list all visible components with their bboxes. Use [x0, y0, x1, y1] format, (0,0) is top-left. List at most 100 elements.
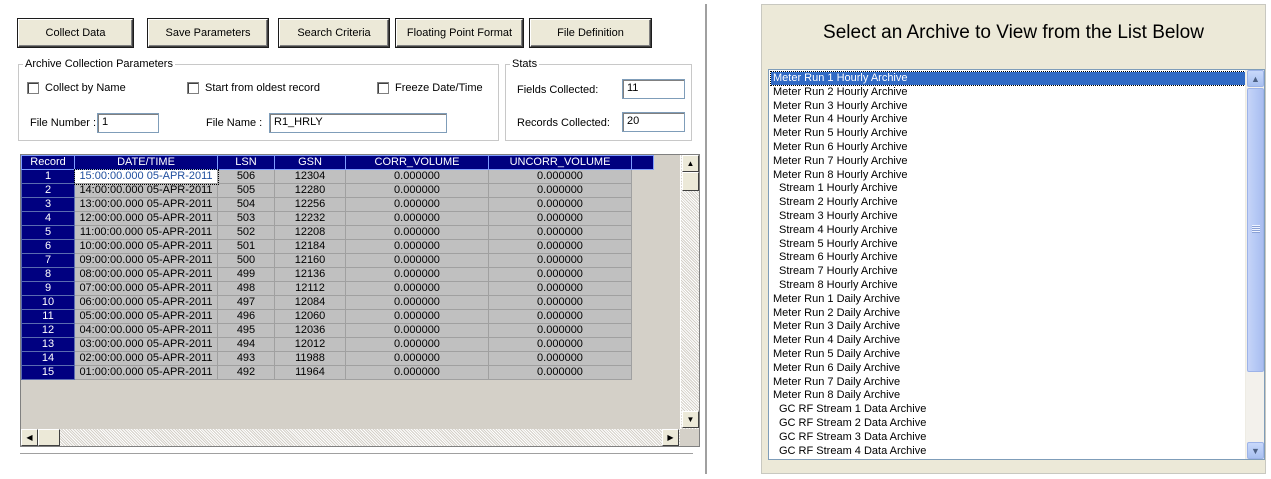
table-row[interactable]: 10 06:00:00.000 05-APR-2011 497 12084 0.0000… [21, 295, 654, 310]
archive-list-item[interactable]: Stream 2 Hourly Archive [771, 196, 898, 209]
archive-list-item[interactable]: Stream 8 Hourly Archive [771, 279, 898, 292]
scroll-down-button[interactable]: ▼ [682, 411, 699, 428]
table-row[interactable]: 1 15:00:00.000 05-APR-2011 506 12304 0.00000… [21, 168, 654, 185]
table-cell[interactable]: 0.000000 [488, 197, 632, 212]
list-scroll-up-button[interactable]: ▲ [1247, 70, 1264, 87]
column-header-uncorr-volume[interactable]: UNCORR_VOLUME [488, 155, 632, 170]
archive-list-item[interactable]: Meter Run 3 Hourly Archive [771, 100, 908, 113]
table-row[interactable]: 8 08:00:00.000 05-APR-2011 499 12136 0.00000… [21, 267, 654, 282]
archive-list-item[interactable]: Meter Run 2 Daily Archive [771, 307, 900, 320]
table-cell[interactable]: 11964 [274, 365, 346, 380]
table-cell[interactable]: 01:00:00.000 05-APR-2011 [74, 365, 218, 380]
table-row[interactable]: 2 14:00:00.000 05-APR-2011 505 12280 0.00000… [21, 183, 654, 198]
table-row[interactable]: 12 04:00:00.000 05-APR-2011 495 12036 0.0000… [21, 323, 654, 338]
table-cell[interactable]: 12184 [274, 239, 346, 254]
record-number-cell[interactable]: 13 [21, 337, 75, 352]
table-cell[interactable]: 500 [217, 253, 275, 268]
table-cell[interactable]: 12012 [274, 337, 346, 352]
scroll-up-button[interactable]: ▲ [682, 155, 699, 172]
file-number-field[interactable]: 1 [97, 113, 159, 133]
record-number-cell[interactable]: 10 [21, 295, 75, 310]
table-cell[interactable]: 0.000000 [488, 295, 632, 310]
archive-list-item[interactable]: Meter Run 6 Daily Archive [771, 362, 900, 375]
table-cell[interactable]: 12256 [274, 197, 346, 212]
table-row[interactable]: 5 11:00:00.000 05-APR-2011 502 12208 0.00000… [21, 225, 654, 240]
table-cell[interactable]: 12060 [274, 309, 346, 324]
table-cell[interactable]: 14:00:00.000 05-APR-2011 [74, 183, 218, 198]
archive-list-item[interactable]: GC RF Stream 4 Data Archive [771, 445, 926, 458]
table-cell[interactable]: 498 [217, 281, 275, 296]
column-header-gsn[interactable]: GSN [274, 155, 346, 170]
scroll-left-button[interactable]: ◀ [21, 429, 38, 446]
record-number-cell[interactable]: 8 [21, 267, 75, 282]
archive-list-item[interactable]: Meter Run 1 Hourly Archive [770, 71, 1246, 86]
table-cell[interactable]: 04:00:00.000 05-APR-2011 [74, 323, 218, 338]
floating-point-format-button[interactable]: Floating Point Format [396, 19, 523, 47]
archive-list-item[interactable]: Meter Run 5 Hourly Archive [771, 127, 908, 140]
table-cell[interactable]: 0.000000 [488, 365, 632, 380]
freeze-datetime-checkbox[interactable] [377, 82, 389, 94]
table-cell[interactable]: 12112 [274, 281, 346, 296]
table-cell[interactable]: 0.000000 [345, 351, 489, 366]
table-cell[interactable]: 0.000000 [345, 197, 489, 212]
table-cell[interactable]: 501 [217, 239, 275, 254]
archive-list-item[interactable]: Stream 6 Hourly Archive [771, 251, 898, 264]
collect-by-name-option[interactable]: Collect by Name [27, 82, 126, 94]
archive-list-scrollbar[interactable]: ▲ ▼ [1245, 70, 1264, 459]
table-cell[interactable]: 502 [217, 225, 275, 240]
archive-list-item[interactable]: Meter Run 8 Daily Archive [771, 389, 900, 402]
table-row[interactable]: 11 05:00:00.000 05-APR-2011 496 12060 0.0000… [21, 309, 654, 324]
table-cell[interactable]: 0.000000 [488, 337, 632, 352]
archive-list-item[interactable]: Stream 3 Hourly Archive [771, 210, 898, 223]
table-cell[interactable]: 0.000000 [488, 267, 632, 282]
table-cell[interactable]: 506 [217, 169, 275, 184]
table-cell[interactable]: 493 [217, 351, 275, 366]
archive-list-item[interactable]: Meter Run 7 Daily Archive [771, 376, 900, 389]
table-cell[interactable]: 12084 [274, 295, 346, 310]
grid-horizontal-scrollbar[interactable]: ◀ ▶ [21, 429, 680, 446]
record-number-cell[interactable]: 1 [21, 169, 75, 184]
table-cell[interactable]: 0.000000 [345, 337, 489, 352]
column-header-corr-volume[interactable]: CORR_VOLUME [345, 155, 489, 170]
table-cell[interactable]: 11988 [274, 351, 346, 366]
table-cell[interactable]: 0.000000 [345, 323, 489, 338]
archive-list[interactable]: Meter Run 1 Hourly Archive Meter Run 2 Ho… [768, 69, 1265, 460]
table-cell[interactable]: 0.000000 [345, 281, 489, 296]
table-cell[interactable]: 0.000000 [345, 169, 489, 184]
table-cell[interactable]: 0.000000 [345, 365, 489, 380]
table-row[interactable]: 14 02:00:00.000 05-APR-2011 493 11988 0.0000… [21, 351, 654, 366]
archive-list-item[interactable]: Stream 4 Hourly Archive [771, 224, 898, 237]
table-cell[interactable]: 0.000000 [488, 323, 632, 338]
table-cell[interactable]: 496 [217, 309, 275, 324]
archive-list-item[interactable]: Meter Run 6 Hourly Archive [771, 141, 908, 154]
archive-list-item[interactable]: GC RF Stream 3 Data Archive [771, 431, 926, 444]
table-cell[interactable]: 0.000000 [488, 211, 632, 226]
archive-list-item[interactable]: Meter Run 8 Hourly Archive [771, 169, 908, 182]
grid-vertical-scrollbar[interactable]: ▲ ▼ [680, 155, 699, 429]
table-cell[interactable]: 499 [217, 267, 275, 282]
archive-list-item[interactable]: Stream 7 Hourly Archive [771, 265, 898, 278]
record-number-cell[interactable]: 14 [21, 351, 75, 366]
table-cell[interactable]: 0.000000 [345, 211, 489, 226]
table-cell[interactable]: 0.000000 [345, 267, 489, 282]
record-number-cell[interactable]: 3 [21, 197, 75, 212]
table-cell[interactable]: 03:00:00.000 05-APR-2011 [74, 337, 218, 352]
archive-list-item[interactable]: GC RF Stream 2 Data Archive [771, 417, 926, 430]
table-cell[interactable]: 0.000000 [488, 253, 632, 268]
table-cell[interactable]: 504 [217, 197, 275, 212]
table-cell[interactable]: 0.000000 [488, 183, 632, 198]
table-row[interactable]: 7 09:00:00.000 05-APR-2011 500 12160 0.00000… [21, 253, 654, 268]
column-header-datetime[interactable]: DATE/TIME [74, 155, 218, 170]
list-scroll-down-button[interactable]: ▼ [1247, 442, 1264, 459]
table-cell[interactable]: 0.000000 [345, 239, 489, 254]
freeze-datetime-option[interactable]: Freeze Date/Time [377, 82, 483, 94]
table-cell[interactable]: 12280 [274, 183, 346, 198]
table-cell[interactable]: 12:00:00.000 05-APR-2011 [74, 211, 218, 226]
archive-list-item[interactable]: Meter Run 3 Daily Archive [771, 320, 900, 333]
record-number-cell[interactable]: 11 [21, 309, 75, 324]
table-cell[interactable]: 08:00:00.000 05-APR-2011 [74, 267, 218, 282]
archive-list-item[interactable]: Meter Run 1 Daily Archive [771, 293, 900, 306]
collect-by-name-checkbox[interactable] [27, 82, 39, 94]
table-cell[interactable]: 05:00:00.000 05-APR-2011 [74, 309, 218, 324]
table-cell[interactable]: 0.000000 [345, 309, 489, 324]
